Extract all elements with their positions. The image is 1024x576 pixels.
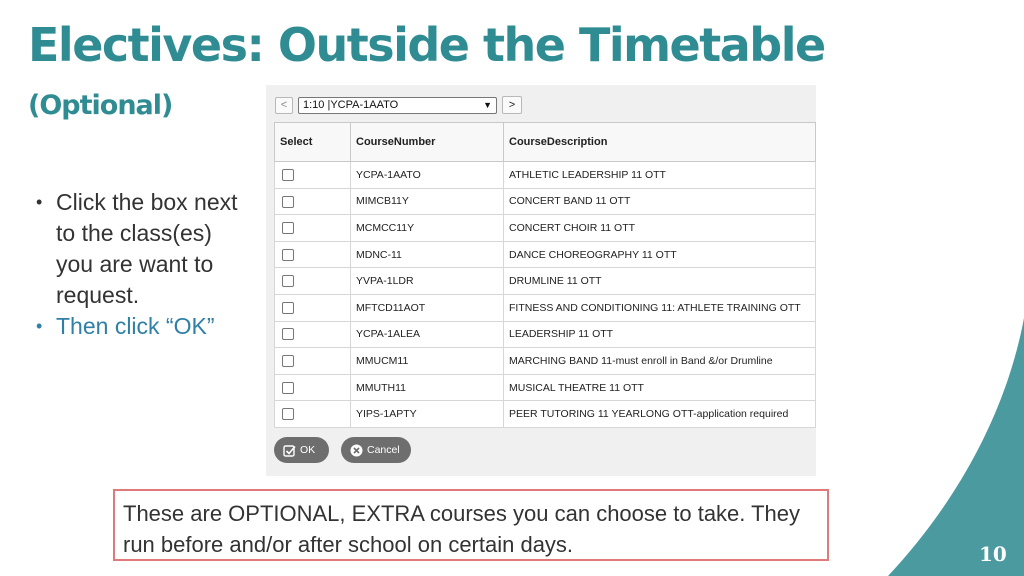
select-cell <box>274 187 351 216</box>
prev-button[interactable]: < <box>275 96 293 114</box>
select-cell <box>274 373 351 402</box>
select-checkbox[interactable] <box>282 168 294 181</box>
instruction-item: • Then click “OK” <box>36 311 246 342</box>
select-checkbox[interactable] <box>282 195 294 208</box>
instruction-text: Then click “OK” <box>56 313 215 339</box>
course-table: Select CourseNumber CourseDescription YC… <box>274 122 816 428</box>
course-number-cell: YVPA-1LDR <box>350 267 504 295</box>
ok-button-label: OK <box>300 444 316 456</box>
select-checkbox[interactable] <box>282 301 294 314</box>
table-row: MDNC-11 DANCE CHOREOGRAPHY 11 OTT <box>274 240 816 269</box>
select-checkbox[interactable] <box>282 355 294 368</box>
course-description-cell: FITNESS AND CONDITIONING 11: ATHLETE TRA… <box>503 293 816 322</box>
course-description-cell: PEER TUTORING 11 YEARLONG OTT-applicatio… <box>503 400 816 428</box>
column-header-select: Select <box>274 122 351 162</box>
select-cell <box>274 214 351 242</box>
table-row: MIMCB11Y CONCERT BAND 11 OTT <box>274 187 816 216</box>
table-row: YCPA-1ALEA LEADERSHIP 11 OTT <box>274 320 816 349</box>
course-number-cell: MCMCC11Y <box>350 214 504 242</box>
select-checkbox[interactable] <box>282 275 294 288</box>
select-checkbox[interactable] <box>282 328 294 341</box>
select-cell <box>274 240 351 269</box>
record-select[interactable]: 1:10 |YCPA-1AATO ▼ <box>298 96 497 114</box>
close-circle-icon <box>350 444 363 456</box>
course-description-cell: CONCERT BAND 11 OTT <box>503 187 816 216</box>
course-number-cell: MMUTH11 <box>350 373 504 402</box>
course-number-cell: YCPA-1ALEA <box>350 320 504 349</box>
page-subtitle: (Optional) <box>28 90 173 121</box>
course-description-cell: MUSICAL THEATRE 11 OTT <box>503 373 816 402</box>
column-header-course-number: CourseNumber <box>350 122 504 162</box>
course-description-cell: MARCHING BAND 11-must enroll in Band &/o… <box>503 347 816 375</box>
course-number-cell: MMUCM11 <box>350 347 504 375</box>
bullet-dot: • <box>36 316 43 336</box>
select-cell <box>274 161 351 189</box>
course-number-cell: MIMCB11Y <box>350 187 504 216</box>
table-row: MMUCM11 MARCHING BAND 11-must enroll in B… <box>274 347 816 375</box>
ok-button[interactable]: OK <box>274 437 329 463</box>
table-row: YIPS-1APTY PEER TUTORING 11 YEARLONG OTT-… <box>274 400 816 428</box>
table-row: YCPA-1AATO ATHLETIC LEADERSHIP 11 OTT <box>274 161 816 189</box>
select-checkbox[interactable] <box>282 408 294 421</box>
table-row: YVPA-1LDR DRUMLINE 11 OTT <box>274 267 816 295</box>
course-table-body: YCPA-1AATO ATHLETIC LEADERSHIP 11 OTT MIMC… <box>274 161 816 428</box>
select-cell <box>274 293 351 322</box>
select-checkbox[interactable] <box>282 248 294 261</box>
instruction-item: • Click the box next to the class(es) yo… <box>36 187 246 311</box>
cancel-button[interactable]: Cancel <box>341 437 411 463</box>
course-description-cell: LEADERSHIP 11 OTT <box>503 320 816 349</box>
course-number-cell: YCPA-1AATO <box>350 161 504 189</box>
table-header-row: Select CourseNumber CourseDescription <box>274 122 816 162</box>
course-number-cell: MDNC-11 <box>350 240 504 269</box>
select-checkbox[interactable] <box>282 222 294 235</box>
select-cell <box>274 400 351 428</box>
select-checkbox[interactable] <box>282 381 294 394</box>
bullet-dot: • <box>36 192 43 212</box>
cancel-button-label: Cancel <box>367 444 400 456</box>
course-selection-panel: < 1:10 |YCPA-1AATO ▼ > Select CourseNumb… <box>266 85 816 476</box>
course-description-cell: ATHLETIC LEADERSHIP 11 OTT <box>503 161 816 189</box>
column-header-course-description: CourseDescription <box>503 122 816 162</box>
course-description-cell: CONCERT CHOIR 11 OTT <box>503 214 816 242</box>
select-cell <box>274 320 351 349</box>
page-title: Electives: Outside the Timetable <box>28 18 826 72</box>
record-select-value: 1:10 |YCPA-1AATO <box>303 99 399 111</box>
record-navigator: < 1:10 |YCPA-1AATO ▼ > <box>275 96 522 114</box>
course-description-cell: DRUMLINE 11 OTT <box>503 267 816 295</box>
course-number-cell: YIPS-1APTY <box>350 400 504 428</box>
optional-courses-note: These are OPTIONAL, EXTRA courses you ca… <box>113 489 829 561</box>
chevron-down-icon: ▼ <box>483 100 492 110</box>
course-description-cell: DANCE CHOREOGRAPHY 11 OTT <box>503 240 816 269</box>
table-row: MCMCC11Y CONCERT CHOIR 11 OTT <box>274 214 816 242</box>
table-row: MMUTH11 MUSICAL THEATRE 11 OTT <box>274 373 816 402</box>
select-cell <box>274 267 351 295</box>
next-button[interactable]: > <box>502 96 522 114</box>
table-row: MFTCD11AOT FITNESS AND CONDITIONING 11: A… <box>274 293 816 322</box>
instruction-list: • Click the box next to the class(es) yo… <box>36 187 246 342</box>
instruction-text: Click the box next to the class(es) you … <box>56 189 238 308</box>
course-number-cell: MFTCD11AOT <box>350 293 504 322</box>
page-number: 10 <box>979 542 1007 566</box>
checkbox-check-icon <box>283 444 296 457</box>
select-cell <box>274 347 351 375</box>
